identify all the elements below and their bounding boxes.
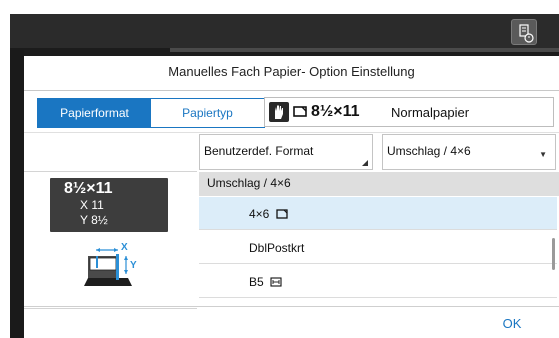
dropdown-corner-icon: [362, 160, 368, 166]
paper-size-badge: 8½×11 X 11 Y 8½: [50, 178, 168, 232]
paper-option-dialog: Manuelles Fach Papier- Option Einstellun…: [24, 56, 559, 338]
envelope-dropdown-value: Umschlag / 4×6: [387, 144, 471, 158]
list-item-4x6[interactable]: 4×6: [199, 197, 557, 230]
current-paper-type: Normalpapier: [391, 105, 470, 120]
landscape-orientation-icon: [293, 106, 307, 117]
landscape-orientation-icon: [276, 209, 288, 219]
left-frame: [10, 50, 24, 338]
ok-button[interactable]: OK: [492, 314, 532, 334]
job-history-icon[interactable]: [511, 19, 537, 45]
current-paper-size-value: 8½×11: [311, 103, 360, 120]
top-bar-edge-highlight: [170, 48, 559, 52]
format-dropdown[interactable]: Benutzerdef. Format: [199, 134, 373, 170]
header-divider: [24, 132, 559, 133]
list-item-label: DblPostkrt: [249, 241, 305, 255]
list-item-label: B5: [249, 275, 282, 289]
current-paper-display: 8½×11 Normalpapier: [264, 97, 554, 127]
format-dropdown-value: Benutzerdef. Format: [204, 144, 314, 158]
list-item-partial: [199, 299, 557, 305]
tab-papiertyp[interactable]: Papiertyp: [151, 99, 264, 127]
list-item-label: 4×6: [249, 207, 288, 221]
list-item-dblpostkrt[interactable]: DblPostkrt: [199, 231, 557, 264]
list-item-label-text: 4×6: [249, 207, 270, 221]
current-paper-size: 8½×11: [293, 103, 360, 121]
list-item-b5[interactable]: B5: [199, 265, 557, 298]
footer-divider: [24, 306, 559, 307]
title-divider: [24, 90, 559, 91]
x-axis-label: X: [121, 242, 128, 253]
preview-x: X 11: [80, 198, 104, 212]
list-header: Umschlag / 4×6: [199, 172, 559, 196]
chevron-down-icon: ▼: [539, 150, 547, 159]
list-item-label-text: B5: [249, 275, 264, 289]
dialog-title: Manuelles Fach Papier- Option Einstellun…: [168, 64, 415, 79]
top-bar: [10, 14, 559, 56]
manual-feed-hand-icon: [269, 102, 289, 122]
paper-preview: 8½×11 X 11 Y 8½ X Y: [24, 171, 197, 309]
envelope-dropdown[interactable]: Umschlag / 4×6 ▼: [382, 134, 556, 170]
preview-size: 8½×11: [64, 180, 113, 197]
list-scrollbar[interactable]: [552, 238, 555, 270]
tab-papierformat[interactable]: Papierformat: [38, 99, 151, 127]
paper-tabs: Papierformat Papiertyp: [37, 98, 265, 128]
bypass-tray-icon: X Y: [84, 236, 142, 292]
landscape-orientation-icon: [270, 277, 282, 287]
preview-y: Y 8½: [80, 213, 108, 227]
top-margin: [0, 0, 559, 14]
y-axis-label: Y: [130, 260, 137, 271]
